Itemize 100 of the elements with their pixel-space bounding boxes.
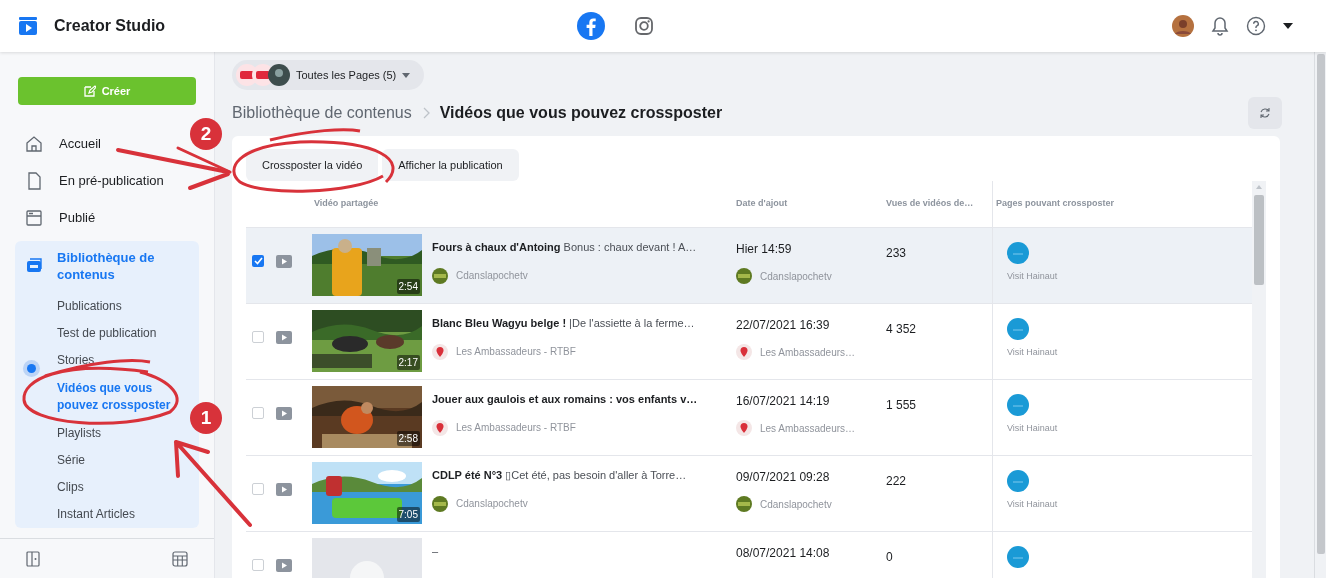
checkmark-icon — [253, 257, 263, 265]
row-checkbox[interactable] — [252, 255, 264, 267]
refresh-button[interactable] — [1248, 97, 1282, 129]
video-title[interactable]: Jouer aux gaulois et aux romains : vos enfants v… — [432, 391, 698, 408]
video-icon — [276, 483, 292, 496]
document-icon — [25, 171, 43, 190]
help-icon[interactable] — [1246, 16, 1266, 36]
action-button[interactable]: Afficher la publication — [382, 149, 519, 181]
table-icon[interactable] — [172, 550, 188, 567]
source-name: Les Ambassadeurs… — [760, 421, 856, 436]
chevron-right-icon — [421, 107, 430, 119]
source-name: Cdanslapochetv — [456, 497, 528, 511]
page-name: Visit Hainaut — [1007, 422, 1059, 435]
video-duration: 2:58 — [396, 431, 420, 446]
bell-icon[interactable] — [1210, 16, 1230, 36]
panel-icon[interactable] — [26, 550, 40, 567]
row-checkbox[interactable] — [252, 559, 264, 571]
table-cell: 222 — [886, 474, 907, 488]
table-cell-text: 22/07/2021 16:39 — [736, 317, 831, 334]
video-duration: 7:05 — [396, 507, 420, 522]
pages-filter-button[interactable]: Toutes les Pages (5) — [232, 60, 425, 90]
table-row[interactable]: 2:58 Jouer aux gaulois et aux romains : vos enfants v… Les Ambassadeurs - RTBF 16/07/2021 14:19 Les Ambassadeurs… 1 555 Visit Hainaut — [246, 380, 1252, 456]
sidebar-item[interactable]: En pré-publication — [25, 169, 164, 192]
row-checkbox[interactable] — [252, 331, 264, 343]
sidebar-subitem[interactable]: Playlists — [57, 420, 187, 447]
video-icon — [276, 255, 292, 268]
video-title[interactable]: Fours à chaux d'Antoing Bonus : chaux devant ! A… — [432, 239, 697, 256]
breadcrumb-link[interactable]: Bibliothèque de contenus — [232, 101, 412, 125]
sidebar-subitem[interactable]: Vidéos que vous pouvez crossposter — [57, 374, 187, 420]
video-icon — [276, 559, 292, 572]
sidebar-subitem[interactable]: Stories — [57, 347, 187, 374]
page-name: Visit Hainaut — [1007, 346, 1059, 359]
channel-avatar-icon — [432, 267, 448, 284]
source-name: Les Ambassadeurs - RTBF — [456, 345, 576, 359]
page-avatar-icon — [1007, 242, 1029, 264]
row-checkbox[interactable] — [252, 407, 264, 419]
page-avatar-icon — [1007, 470, 1029, 492]
page-avatar-icon — [1007, 394, 1029, 416]
video-title[interactable]: – — [432, 543, 439, 560]
sidebar-subitem[interactable]: Publications — [57, 293, 187, 320]
table-cell-text: 09/07/2021 09:28 — [736, 469, 831, 486]
home-icon — [25, 134, 43, 153]
avatar-icon[interactable] — [1172, 15, 1194, 37]
channel-avatar-icon — [432, 495, 448, 512]
table-cell: 4 352 — [886, 322, 917, 336]
facebook-icon[interactable] — [576, 11, 607, 41]
channel-avatar-icon — [736, 496, 752, 512]
scrollbar-thumb[interactable] — [1316, 54, 1325, 554]
source-name: Cdanslapochetv — [456, 269, 528, 283]
instagram-icon[interactable] — [634, 16, 655, 36]
table-cell-text: 08/07/2021 14:08 — [736, 545, 831, 562]
page-title: Vidéos que vous pouvez crossposter — [439, 103, 723, 123]
table-row[interactable]: 2:17 Blanc Bleu Wagyu belge ! |De l'assiette à la ferme… Les Ambassadeurs - RTBF 22/07/2021 16:39 Les Ambassadeurs… 4 352 Visit Hainaut — [246, 304, 1252, 380]
pin-avatar-icon — [432, 419, 448, 436]
video-duration: 2:17 — [396, 355, 420, 370]
edit-icon — [83, 85, 96, 97]
action-button[interactable]: Crossposter la vidéo — [246, 149, 379, 181]
sidebar-subitem[interactable]: Instant Articles — [57, 501, 187, 528]
scrollbar[interactable] — [1252, 181, 1266, 578]
page-avatar-icon — [268, 64, 290, 86]
table-cell: 0 — [886, 550, 893, 564]
page-avatar-icon — [1007, 546, 1029, 568]
page-name: Visit Hainaut — [1007, 498, 1059, 511]
library-icon — [25, 257, 43, 275]
page-avatar-icon — [1007, 318, 1029, 340]
sidebar-subitem[interactable]: Série — [57, 447, 187, 474]
pin-avatar-icon — [736, 420, 752, 436]
app-title: Creator Studio — [54, 16, 166, 36]
channel-avatar-icon — [736, 268, 752, 284]
table-cell-text: Hier 14:59 — [736, 241, 793, 258]
sidebar-subitem[interactable]: Clips — [57, 474, 187, 501]
video-title[interactable]: Blanc Bleu Wagyu belge ! |De l'assiette à la ferme… — [432, 315, 695, 332]
video-icon — [276, 407, 292, 420]
source-name: Les Ambassadeurs - RTBF — [456, 421, 576, 435]
row-checkbox[interactable] — [252, 483, 264, 495]
sidebar-item[interactable]: Bibliothèque de contenus — [25, 249, 185, 283]
table-cell: 1 555 — [886, 398, 917, 412]
dropdown-caret-icon[interactable] — [1282, 22, 1294, 30]
sidebar-item[interactable]: Accueil — [25, 132, 101, 155]
table-cell-text: 16/07/2021 14:19 — [736, 393, 831, 410]
sidebar-subitem[interactable]: Test de publication — [57, 320, 187, 347]
page-scrollbar[interactable] — [1314, 52, 1326, 578]
page-name: Visit Hainaut — [1007, 270, 1059, 283]
clapperboard-icon[interactable] — [18, 16, 38, 36]
refresh-icon — [1259, 107, 1271, 119]
table-cell: 233 — [886, 246, 907, 260]
step-badge: 1 — [190, 402, 222, 434]
source-name: Cdanslapochetv — [760, 497, 832, 512]
source-name: Les Ambassadeurs… — [760, 345, 856, 360]
calendar-icon — [25, 208, 43, 227]
caret-icon — [402, 72, 411, 78]
pin-avatar-icon — [432, 343, 448, 360]
video-title[interactable]: CDLP été N°3 ▯Cet été, pas besoin d'aller à Torre… — [432, 467, 687, 484]
sidebar-item[interactable]: Publié — [25, 206, 96, 229]
source-name: Cdanslapochetv — [760, 269, 832, 284]
table-row[interactable]: 2:54 Fours à chaux d'Antoing Bonus : chaux devant ! A… Cdanslapochetv Hier 14:59 Cdanslapochetv 233 Visit Hainaut — [246, 228, 1252, 304]
video-duration: 2:54 — [396, 279, 420, 294]
pin-avatar-icon — [736, 344, 752, 360]
scrollbar-thumb[interactable] — [1254, 195, 1264, 285]
table-row[interactable]: 7:05 CDLP été N°3 ▯Cet été, pas besoin d'aller à Torre… Cdanslapochetv 09/07/2021 09:28 Cdanslapochetv 222 Visit Hainaut — [246, 456, 1252, 532]
